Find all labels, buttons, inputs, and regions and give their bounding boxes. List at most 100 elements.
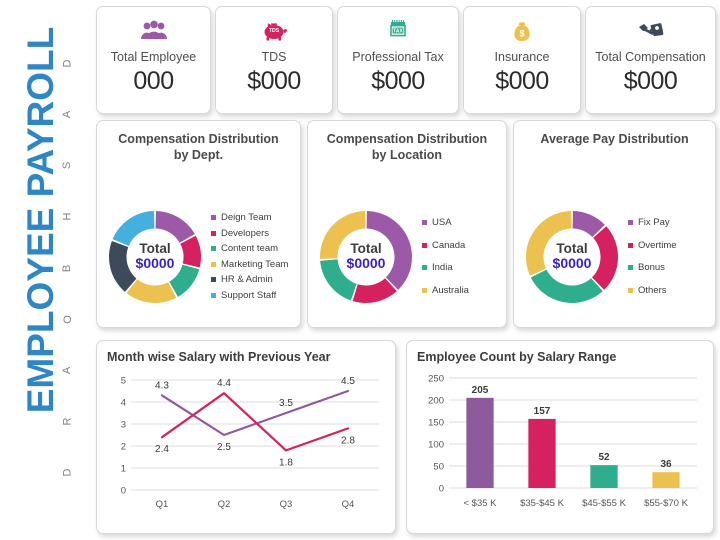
- kpi-value: $000: [495, 67, 549, 96]
- donut-chart-title: Compensation Distribution by Location: [326, 132, 488, 163]
- legend-item[interactable]: Fix Pay: [628, 218, 715, 228]
- y-axis-tick: 4: [121, 398, 126, 409]
- legend-item[interactable]: Support Staff: [211, 289, 300, 301]
- legend-swatch-icon: [211, 246, 216, 252]
- bar-chart-title: Employee Count by Salary Range: [417, 350, 617, 364]
- donut-legend: Fix Pay Overtime Bonus Others: [620, 218, 715, 295]
- donut-chart[interactable]: Total $0000: [524, 209, 620, 305]
- legend-swatch-icon: [211, 215, 216, 221]
- legend-swatch-icon: [422, 287, 427, 293]
- data-label: 52: [598, 452, 610, 463]
- donut-total-value: $0000: [135, 255, 175, 272]
- donut-total-value: $0000: [346, 255, 386, 272]
- donut-body: Total $0000 USA Canada India Australia: [308, 194, 506, 319]
- kpi-value: $000: [623, 67, 678, 96]
- donut-card-0: Compensation Distribution by Dept. Total $…: [96, 120, 301, 328]
- legend-swatch-icon: [211, 230, 216, 236]
- legend-item[interactable]: Developers: [211, 227, 300, 239]
- svg-text:TAX: TAX: [393, 28, 403, 34]
- piggy-bank-icon: TDS: [259, 16, 289, 46]
- legend-swatch-icon: [422, 265, 427, 271]
- legend-label: Developers: [221, 227, 270, 239]
- kpi-label: Total Compensation: [595, 50, 706, 64]
- legend-item[interactable]: Content team: [211, 244, 300, 254]
- data-label: 1.8: [279, 457, 293, 468]
- y-axis-tick: 3: [121, 420, 126, 431]
- legend-item[interactable]: Canada: [422, 240, 506, 251]
- y-axis-tick: 2: [121, 442, 126, 453]
- bar[interactable]: [590, 465, 618, 488]
- line-series[interactable]: [160, 389, 350, 437]
- dashboard-letter-4: B: [61, 264, 74, 272]
- kpi-value: $000: [371, 67, 425, 96]
- bar[interactable]: [466, 397, 494, 488]
- bar[interactable]: [652, 472, 680, 488]
- x-axis-tick: $45-$55 K: [582, 498, 627, 509]
- kpi-card-tds[interactable]: TDS TDS $000: [215, 6, 333, 114]
- donut-chart[interactable]: Total $0000: [107, 209, 203, 305]
- x-axis-tick: Q4: [342, 499, 355, 510]
- line-chart-plot: 0 1 2 3 4 5 Q1 Q2 Q3 Q4 4.3 2.5 3.5 4.5 2.4 4.4 1.8 2.8: [107, 366, 385, 516]
- data-label: 4.5: [341, 376, 355, 387]
- legend-label: Australia: [432, 284, 469, 296]
- data-label: 3.5: [279, 398, 293, 409]
- tax-calendar-icon: TAX: [383, 16, 413, 46]
- donut-chart[interactable]: Total $0000: [318, 209, 414, 305]
- x-axis-tick: Q1: [156, 499, 169, 510]
- data-label: 157: [534, 406, 551, 417]
- legend-label: Bonus: [638, 262, 665, 273]
- legend-label: Support Staff: [221, 289, 277, 301]
- x-axis-tick: $35-$45 K: [520, 498, 565, 509]
- data-label: 36: [660, 459, 672, 470]
- donut-total-value: $0000: [552, 255, 592, 272]
- svg-text:$: $: [519, 28, 524, 38]
- legend-label: Marketing Team: [221, 258, 289, 270]
- app-title-text: EMPLOYEE PAYROLL: [19, 26, 61, 414]
- legend-swatch-icon: [211, 261, 216, 267]
- y-axis-tick: 200: [428, 396, 444, 407]
- y-axis-tick: 0: [121, 486, 126, 497]
- y-axis-tick: 250: [428, 374, 444, 385]
- donut-total-word: Total: [139, 241, 171, 257]
- x-axis-tick: $55-$70 K: [644, 498, 689, 509]
- legend-item[interactable]: HR & Admin: [211, 275, 300, 285]
- data-label: 2.4: [155, 444, 169, 455]
- donut-center-label: Total $0000: [318, 209, 414, 305]
- donut-body: Total $0000 Deign Team Developers Content te…: [97, 194, 300, 319]
- dashboard-letter-3: H: [61, 212, 74, 221]
- x-axis-tick: Q2: [218, 499, 231, 510]
- money-bag-icon: $: [507, 16, 537, 46]
- donut-total-word: Total: [556, 241, 588, 257]
- kpi-card-total-employee[interactable]: Total Employee 000: [96, 6, 211, 114]
- bar[interactable]: [528, 418, 556, 488]
- legend-item[interactable]: Marketing Team: [211, 258, 300, 270]
- donut-chart-title: Compensation Distribution by Dept.: [118, 132, 279, 163]
- legend-label: USA: [432, 217, 452, 228]
- kpi-card-total-compensation[interactable]: Total Compensation $000: [585, 6, 716, 114]
- legend-item[interactable]: USA: [422, 218, 506, 228]
- dashboard-letter-6: A: [61, 366, 74, 374]
- line-chart-card: Month wise Salary with Previous Year 0 1 2…: [96, 340, 396, 534]
- legend-item[interactable]: India: [422, 263, 506, 273]
- legend-swatch-icon: [422, 242, 427, 248]
- donut-card-1: Compensation Distribution by Location Tot…: [307, 120, 507, 328]
- legend-swatch-icon: [628, 220, 633, 226]
- legend-item[interactable]: Deign Team: [211, 213, 300, 223]
- legend-swatch-icon: [211, 277, 216, 283]
- y-axis-tick: 1: [121, 464, 126, 475]
- legend-label: HR & Admin: [221, 274, 273, 285]
- dashboard-letter-7: R: [61, 417, 74, 426]
- donut-chart-title: Average Pay Distribution: [540, 132, 689, 146]
- legend-item[interactable]: Bonus: [628, 263, 715, 273]
- legend-item[interactable]: Others: [628, 285, 715, 296]
- legend-item[interactable]: Australia: [422, 284, 506, 296]
- legend-swatch-icon: [628, 287, 633, 293]
- kpi-value: 000: [133, 67, 174, 96]
- kpi-card-professional-tax[interactable]: TAX Professional Tax $000: [337, 6, 459, 114]
- legend-item[interactable]: Overtime: [628, 240, 715, 251]
- kpi-card-insurance[interactable]: $ Insurance $000: [463, 6, 581, 114]
- x-axis-tick: Q3: [280, 499, 293, 510]
- bar-chart-card: Employee Count by Salary Range 0 50 100 150…: [406, 340, 714, 534]
- y-axis-tick: 50: [433, 462, 444, 473]
- y-axis-tick: 150: [428, 418, 444, 429]
